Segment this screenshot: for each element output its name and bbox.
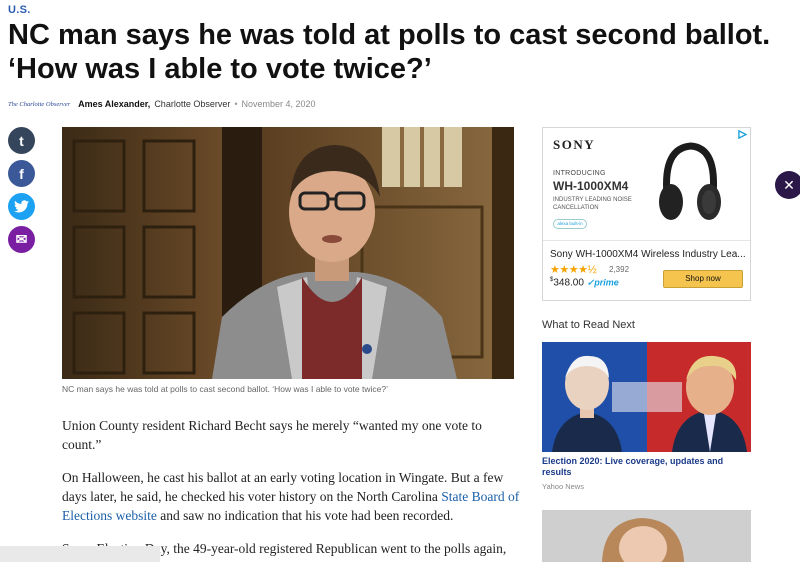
facebook-icon: f: [19, 165, 24, 182]
rating-count: 2,392: [609, 265, 630, 274]
social-share-bar: t f ✉: [8, 127, 36, 259]
facebook-share-button[interactable]: f: [8, 160, 35, 187]
shop-now-button[interactable]: Shop now: [663, 270, 743, 288]
headphones-image: [659, 142, 721, 220]
ad-divider: [543, 240, 750, 241]
ad-product-title[interactable]: Sony WH-1000XM4 Wireless Industry Lea...: [550, 249, 745, 260]
byline-separator: •: [234, 99, 238, 109]
election-card-title[interactable]: Election 2020: Live coverage, updates an…: [542, 456, 751, 478]
hero-photo: [62, 127, 514, 379]
star-rating-icon: ★★★★½: [550, 264, 597, 276]
byline: The Charlotte Observer Ames Alexander, C…: [8, 97, 316, 111]
ad-price: $348.00 ✓prime: [550, 277, 619, 288]
hero-image[interactable]: [62, 127, 514, 379]
prime-badge: ✓prime: [586, 277, 619, 288]
second-card-image[interactable]: [542, 510, 751, 562]
ad-tagline: INDUSTRY LEADING NOISE CANCELLATION: [553, 197, 632, 211]
price-value: 348.00: [553, 277, 584, 289]
email-share-button[interactable]: ✉: [8, 226, 35, 253]
close-overlay-button[interactable]: ✕: [775, 171, 800, 199]
article-paragraph: Union County resident Richard Becht says…: [62, 418, 482, 452]
tumblr-icon: t: [19, 132, 24, 149]
twitter-share-button[interactable]: [8, 193, 35, 220]
paragraph-text: and saw no indication that his vote had …: [156, 508, 454, 523]
article-paragraph: On Halloween, he cast his ballot at an e…: [62, 468, 522, 525]
close-icon: ✕: [783, 177, 795, 193]
ad-intro-text: INTRODUCING: [553, 170, 606, 177]
hero-caption: NC man says he was told at polls to cast…: [62, 384, 388, 394]
article-body: Union County resident Richard Becht says…: [62, 416, 522, 562]
author-name[interactable]: Ames Alexander,: [78, 99, 150, 109]
ad-choices-icon[interactable]: [738, 130, 747, 139]
publish-date: November 4, 2020: [241, 99, 316, 109]
what-to-read-next-heading: What to Read Next: [542, 319, 635, 331]
ad-brand-logo: SONY: [553, 137, 596, 152]
second-card-photo: [542, 510, 751, 562]
election-candidates-photo: [542, 342, 751, 452]
bottom-scroll-bar[interactable]: [0, 546, 160, 562]
sony-advertisement[interactable]: SONY INTRODUCING WH-1000XM4 INDUSTRY LEA…: [542, 127, 751, 301]
twitter-icon: [14, 200, 29, 213]
publication-logo[interactable]: The Charlotte Observer: [8, 101, 70, 108]
email-icon: ✉: [15, 231, 28, 247]
section-label[interactable]: U.S.: [8, 4, 31, 16]
article-headline: NC man says he was told at polls to cast…: [8, 19, 771, 85]
paragraph-text: On Halloween, he cast his ballot at an e…: [62, 470, 504, 504]
election-card-image[interactable]: [542, 342, 751, 452]
ad-model-name: WH-1000XM4: [553, 179, 629, 193]
alexa-badge: alexa built-in: [553, 219, 587, 229]
tumblr-share-button[interactable]: t: [8, 127, 35, 154]
election-card-source: Yahoo News: [542, 482, 584, 491]
outlet-name: Charlotte Observer: [154, 99, 231, 109]
